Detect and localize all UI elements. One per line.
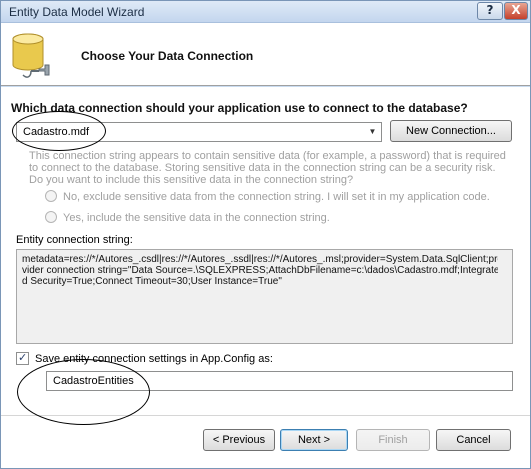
window-title: Entity Data Model Wizard	[9, 5, 145, 19]
previous-button[interactable]: < Previous	[203, 429, 275, 451]
scrollbar[interactable]	[498, 250, 512, 343]
close-button[interactable]: X	[504, 2, 528, 20]
radio-exclude-label: No, exclude sensitive data from the conn…	[63, 191, 490, 203]
wizard-content: Which data connection should your applic…	[1, 87, 530, 468]
title-bar: Entity Data Model Wizard ? X	[1, 1, 530, 23]
cancel-button[interactable]: Cancel	[436, 429, 511, 451]
help-button[interactable]: ?	[477, 2, 503, 20]
radio-include-label: Yes, include the sensitive data in the c…	[63, 212, 330, 224]
wizard-window: Entity Data Model Wizard ? X Choose Your…	[0, 0, 531, 469]
data-connection-dropdown[interactable]: Cadastro.mdf ▼	[16, 122, 382, 142]
save-settings-row[interactable]: Save entity connection settings in App.C…	[16, 351, 273, 365]
entity-name-input[interactable]	[46, 371, 513, 391]
radio-button-icon[interactable]	[45, 190, 57, 202]
save-settings-label: Save entity connection settings in App.C…	[35, 353, 273, 365]
footer-divider	[1, 415, 530, 416]
new-connection-button[interactable]: New Connection...	[390, 120, 512, 142]
chevron-down-icon[interactable]: ▼	[364, 123, 381, 141]
entity-connection-string-box[interactable]: metadata=res://*/Autores_.csdl|res://*/A…	[16, 249, 513, 344]
wizard-header: Choose Your Data Connection	[1, 23, 530, 86]
radio-include-sensitive[interactable]: Yes, include the sensitive data in the c…	[45, 211, 330, 224]
dropdown-selected-value: Cadastro.mdf	[23, 126, 90, 138]
next-button[interactable]: Next >	[280, 429, 348, 451]
connection-question: Which data connection should your applic…	[11, 101, 468, 115]
database-icon	[12, 33, 50, 78]
sensitive-data-notice: This connection string appears to contai…	[29, 150, 506, 186]
entity-connection-string: metadata=res://*/Autores_.csdl|res://*/A…	[22, 254, 503, 287]
radio-exclude-sensitive[interactable]: No, exclude sensitive data from the conn…	[45, 190, 490, 203]
entity-connection-label: Entity connection string:	[16, 234, 133, 246]
radio-button-icon[interactable]	[45, 211, 57, 223]
page-title: Choose Your Data Connection	[81, 49, 254, 63]
save-settings-checkbox[interactable]	[16, 351, 29, 365]
finish-button[interactable]: Finish	[356, 429, 430, 451]
